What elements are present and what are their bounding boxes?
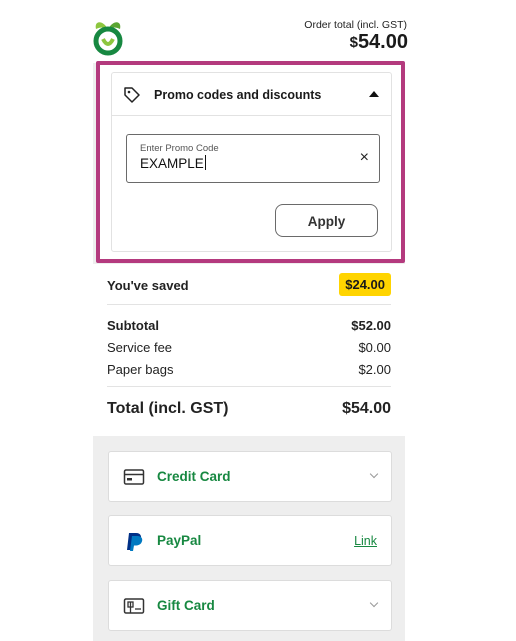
- credit-card-label: Credit Card: [157, 469, 231, 484]
- payment-option-paypal[interactable]: PayPal Link: [108, 515, 392, 566]
- total-label: Total (incl. GST): [107, 400, 229, 417]
- subtotal-label: Subtotal: [107, 318, 159, 333]
- promo-accordion-header[interactable]: Promo codes and discounts: [112, 73, 391, 116]
- service-fee-value: $0.00: [358, 340, 391, 355]
- divider: [107, 386, 391, 387]
- promo-code-input[interactable]: Enter Promo Code EXAMPLE ×: [126, 134, 380, 183]
- currency-symbol: $: [349, 34, 358, 51]
- credit-card-icon: [123, 467, 145, 487]
- order-total-value: $54.00: [350, 31, 408, 54]
- apply-button[interactable]: Apply: [275, 204, 378, 237]
- gift-card-icon: [123, 596, 145, 616]
- paper-bags-value: $2.00: [358, 362, 391, 377]
- order-summary: You've saved $24.00 Subtotal $52.00 Serv…: [93, 264, 405, 436]
- chevron-down-icon[interactable]: [369, 469, 379, 479]
- saved-row: You've saved $24.00: [107, 273, 391, 296]
- promo-highlight-box: Promo codes and discounts Enter Promo Co…: [96, 61, 405, 263]
- subtotal-row: Subtotal $52.00: [107, 318, 391, 333]
- order-total-label: Order total (incl. GST): [304, 19, 407, 31]
- paypal-label: PayPal: [157, 533, 202, 548]
- subtotal-value: $52.00: [351, 318, 391, 333]
- saved-label: You've saved: [107, 278, 189, 293]
- chevron-down-icon[interactable]: [369, 598, 379, 608]
- service-fee-row: Service fee $0.00: [107, 340, 391, 355]
- total-value: $54.00: [342, 400, 391, 417]
- order-total-amount: 54.00: [357, 31, 408, 53]
- service-fee-label: Service fee: [107, 340, 173, 355]
- tag-icon: [123, 86, 141, 104]
- text-cursor: [204, 155, 206, 170]
- paper-bags-label: Paper bags: [107, 362, 174, 377]
- promo-input-text: EXAMPLE: [140, 156, 204, 171]
- total-row: Total (incl. GST) $54.00: [107, 400, 391, 418]
- payment-option-credit-card[interactable]: Credit Card: [108, 451, 392, 502]
- paypal-link[interactable]: Link: [354, 534, 377, 548]
- paper-bags-row: Paper bags $2.00: [107, 362, 391, 377]
- woolworths-logo-icon: [88, 17, 128, 57]
- promo-card: Promo codes and discounts Enter Promo Co…: [111, 72, 392, 252]
- saved-badge: $24.00: [339, 273, 391, 296]
- paypal-icon: [123, 531, 145, 551]
- caret-up-icon[interactable]: [369, 91, 379, 97]
- divider: [107, 304, 391, 305]
- promo-input-value[interactable]: EXAMPLE: [140, 155, 206, 171]
- promo-input-placeholder: Enter Promo Code: [140, 143, 219, 154]
- payment-option-gift-card[interactable]: Gift Card: [108, 580, 392, 631]
- gift-card-label: Gift Card: [157, 598, 215, 613]
- clear-icon[interactable]: ×: [360, 149, 369, 167]
- promo-title: Promo codes and discounts: [154, 88, 322, 102]
